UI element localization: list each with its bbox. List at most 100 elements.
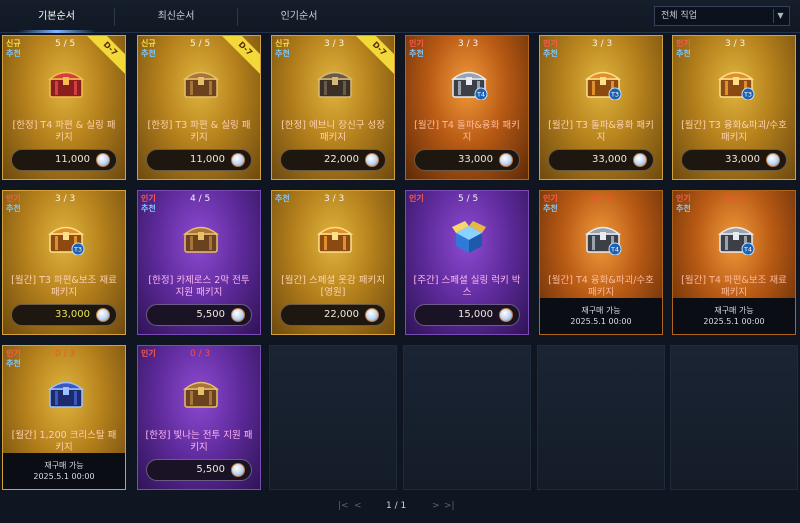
card-tags: 인기 추천: [6, 349, 21, 369]
next-page-button[interactable]: >: [432, 501, 440, 511]
tab-newest-order[interactable]: 최신순서: [115, 0, 237, 33]
package-title: [월간] 스페셜 옷감 패키지 [영원]: [281, 275, 385, 298]
prev-page-button[interactable]: <: [354, 501, 362, 511]
price-value: 5,500: [196, 309, 225, 320]
tab-default-order[interactable]: 기본순서: [0, 0, 113, 33]
crystal-icon: [499, 153, 513, 167]
price-value: 15,000: [458, 309, 493, 320]
package-card[interactable]: 추천 3 / 3 [월간] 스페셜 옷감 패키지 [영원] 22,000: [271, 190, 395, 335]
tag-label: 인기: [676, 39, 691, 48]
price-value: 11,000: [190, 154, 225, 165]
tag-label: 인기: [409, 39, 424, 48]
purchase-count: 5 / 5: [458, 194, 479, 204]
package-card[interactable]: 인기 추천 0 / 3 T4 [월간] T4 융화&파괴/수호 패키지 재구매 가능 202…: [539, 190, 663, 335]
last-page-button[interactable]: >|: [444, 501, 455, 511]
package-card[interactable]: 인기 0 / 3 [한정] 빛나는 전투 지원 패키지 5,500: [137, 345, 261, 490]
chest-icon: T3: [717, 66, 755, 101]
chest-icon: T3: [584, 66, 622, 101]
pagination: |< < 1 / 1 > >|: [0, 497, 800, 517]
price-button[interactable]: 33,000: [681, 149, 787, 171]
package-title: [월간] T3 융화&파괴/수호 패키지: [681, 120, 787, 143]
tag-label: 인기: [409, 194, 424, 203]
tag-label: 인기: [6, 194, 21, 203]
price-button[interactable]: 11,000: [146, 149, 252, 171]
svg-text:T3: T3: [743, 91, 752, 99]
recommended-label: 추천: [6, 359, 21, 368]
purchase-count: 3 / 3: [324, 194, 345, 204]
deadline-ribbon: D-7: [219, 36, 260, 75]
chest-icon: [316, 221, 354, 255]
card-tags: 인기 추천: [409, 39, 424, 59]
chest-icon: [316, 66, 354, 100]
empty-slot: [537, 345, 665, 490]
chest-icon: [182, 221, 220, 255]
chevron-down-icon[interactable]: ▼: [773, 9, 787, 23]
card-tags: 인기: [141, 349, 156, 359]
price-button[interactable]: 5,500: [146, 459, 252, 481]
price-value: 33,000: [458, 154, 493, 165]
package-card[interactable]: 인기 추천 4 / 5 [한정] 카제로스 2막 전투 지원 패키지 5,500: [137, 190, 261, 335]
crystal-icon: [766, 153, 780, 167]
tag-label: 인기: [543, 194, 558, 203]
package-title: [한정] 빛나는 전투 지원 패키지: [145, 430, 253, 453]
svg-text:T3: T3: [73, 246, 82, 254]
recommended-label: 추천: [6, 204, 21, 213]
crystal-icon: [365, 308, 379, 322]
price-button[interactable]: 5,500: [146, 304, 252, 326]
tab-popular-order[interactable]: 인기순서: [238, 0, 360, 33]
restock-date: 2025.5.1 00:00: [703, 317, 765, 326]
price-button[interactable]: 11,000: [11, 149, 117, 171]
tag-label: 신규: [275, 39, 290, 48]
chest-icon: T4: [717, 221, 755, 256]
restock-date: 2025.5.1 00:00: [570, 317, 632, 326]
card-tags: 인기 추천: [6, 194, 21, 214]
recommended-label: 추천: [275, 194, 290, 203]
price-button[interactable]: 15,000: [414, 304, 520, 326]
restock-info: 재구매 가능 2025.5.1 00:00: [673, 298, 795, 334]
recommended-label: 추천: [543, 49, 558, 58]
package-card[interactable]: 신규 추천 5 / 5 D-7 [한정] T4 파편 & 실링 패키지 11,000: [2, 35, 126, 180]
crystal-icon: [231, 153, 245, 167]
svg-text:T4: T4: [743, 246, 752, 254]
card-tags: 인기 추천: [676, 39, 691, 59]
package-card[interactable]: 인기 추천 0 / 3 T4 [월간] T4 파편&보조 재료 패키지 재구매 가능 202…: [672, 190, 796, 335]
price-button[interactable]: 22,000: [280, 149, 386, 171]
crystal-icon: [231, 463, 245, 477]
chest-icon: [182, 66, 220, 100]
chest-icon: T3: [47, 221, 85, 256]
package-card[interactable]: 인기 추천 3 / 3 T3 [월간] T3 융화&파괴/수호 패키지 33,000: [672, 35, 796, 180]
deadline-ribbon: D-7: [84, 36, 125, 75]
empty-slot: [269, 345, 397, 490]
empty-slot: [403, 345, 531, 490]
recommended-label: 추천: [275, 49, 290, 58]
empty-slot: [670, 345, 798, 490]
first-page-button[interactable]: |<: [338, 501, 349, 511]
card-tags: 인기: [409, 194, 424, 204]
package-card[interactable]: 신규 추천 3 / 3 D-7 [한정] 에브니 장신구 성장 패키지 22,000: [271, 35, 395, 180]
price-value: 33,000: [725, 154, 760, 165]
package-title: [월간] T4 파편&보조 재료 패키지: [681, 275, 787, 298]
svg-text:T4: T4: [610, 246, 619, 254]
price-button[interactable]: 22,000: [280, 304, 386, 326]
package-card[interactable]: 인기 추천 3 / 3 T3 [월간] T3 파편&보조 재료 패키지 33,000: [2, 190, 126, 335]
price-button[interactable]: 33,000: [548, 149, 654, 171]
package-card[interactable]: 인기 추천 3 / 3 T3 [월간] T3 돌파&융화 패키지 33,000: [539, 35, 663, 180]
job-filter-value: 전체 직업: [661, 11, 697, 21]
recommended-label: 추천: [543, 204, 558, 213]
package-card[interactable]: 인기 추천 0 / 3 [월간] 1,200 크리스탈 패키지 재구매 가능 2025.5…: [2, 345, 126, 490]
price-value: 33,000: [55, 309, 90, 320]
package-card[interactable]: 인기 추천 3 / 3 T4 [월간] T4 돌파&융화 패키지 33,000: [405, 35, 529, 180]
purchase-count: 4 / 5: [190, 194, 211, 204]
job-filter-select[interactable]: 전체 직업 ▼: [654, 6, 790, 26]
package-card[interactable]: 인기 5 / 5 [주간] 스페셜 실링 럭키 박스 15,000: [405, 190, 529, 335]
tag-label: 인기: [141, 194, 156, 203]
package-card[interactable]: 신규 추천 5 / 5 D-7 [한정] T3 파편 & 실링 패키지 11,000: [137, 35, 261, 180]
purchase-count: 3 / 3: [725, 39, 746, 49]
recommended-label: 추천: [6, 49, 21, 58]
card-tags: 신규 추천: [6, 39, 21, 59]
restock-label: 재구매 가능: [581, 306, 621, 315]
purchase-count: 0 / 3: [592, 194, 613, 204]
price-button[interactable]: 33,000: [11, 304, 117, 326]
tag-label: 신규: [6, 39, 21, 48]
price-button[interactable]: 33,000: [414, 149, 520, 171]
